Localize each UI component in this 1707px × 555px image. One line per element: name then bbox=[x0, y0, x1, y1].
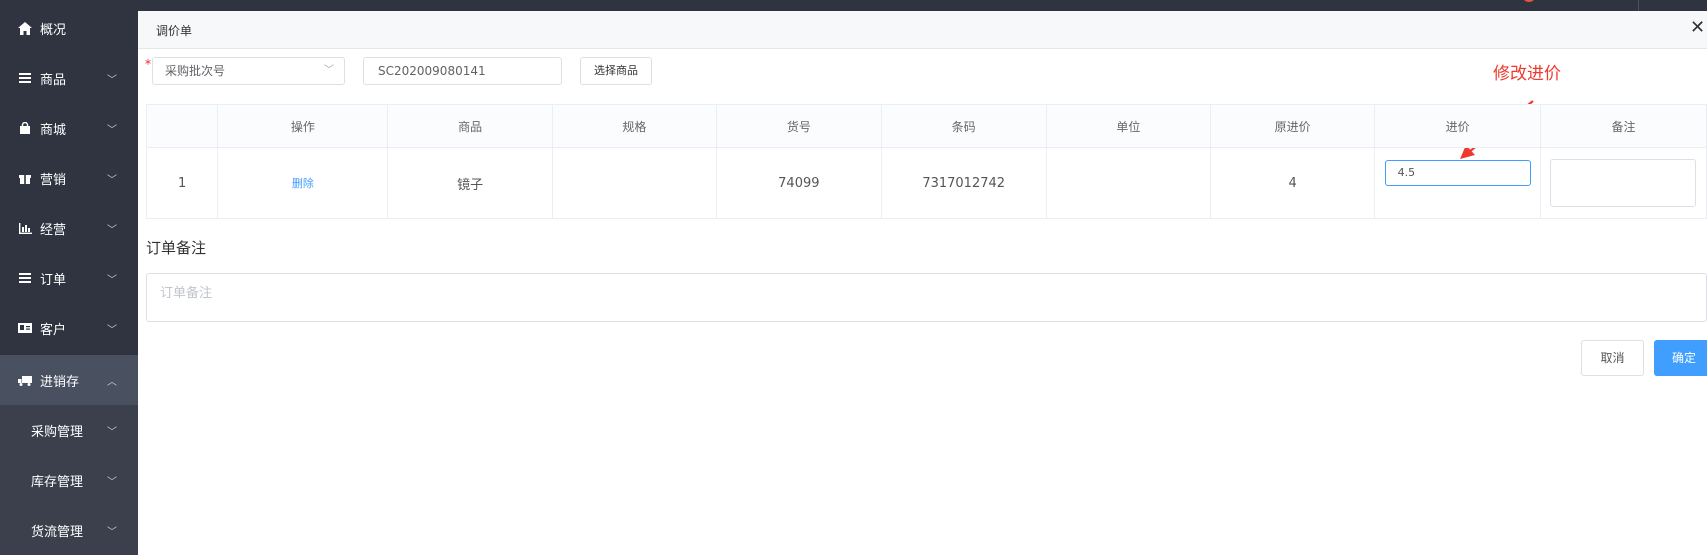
batch-number-input[interactable]: SC202009080141 bbox=[363, 57, 562, 85]
sidebar-item-operations[interactable]: 经营 ﹀ bbox=[0, 203, 138, 253]
chevron-down-icon: ﹀ bbox=[107, 324, 117, 336]
sidebar-item-label: 采购管理 bbox=[31, 424, 84, 440]
barcode-cell: 7317012742 bbox=[880, 147, 1047, 219]
product-table: 操作 商品 规格 货号 条码 单位 原进价 进价 备注 1 删除 镜子 7409… bbox=[145, 104, 1707, 219]
sidebar-item-label: 订单 bbox=[40, 272, 67, 288]
top-bar bbox=[138, 0, 1707, 11]
bar-chart-icon bbox=[17, 220, 33, 236]
cancel-button[interactable]: 取消 bbox=[1581, 340, 1644, 376]
confirm-button[interactable]: 确定 bbox=[1654, 340, 1707, 376]
home-icon bbox=[17, 20, 33, 36]
column-header: 货号 bbox=[716, 104, 882, 148]
sidebar-item-label: 营销 bbox=[40, 172, 67, 188]
list-icon bbox=[17, 270, 33, 286]
price-cell: 4.5 bbox=[1374, 147, 1542, 219]
column-header: 条码 bbox=[880, 104, 1047, 148]
product-cell: 镜子 bbox=[387, 147, 553, 219]
column-header: 规格 bbox=[551, 104, 718, 148]
original-price-cell: 4 bbox=[1209, 147, 1376, 219]
select-product-button[interactable]: 选择商品 bbox=[580, 57, 652, 85]
sidebar-item-customers[interactable]: 客户 ﹀ bbox=[0, 303, 138, 353]
order-note-textarea[interactable]: 订单备注 bbox=[146, 273, 1707, 322]
sidebar-item-label: 进销存 bbox=[40, 374, 80, 390]
chevron-down-icon: ﹀ bbox=[107, 526, 117, 538]
divider bbox=[1638, 0, 1639, 11]
action-cell: 删除 bbox=[217, 147, 389, 219]
sidebar-item-label: 概况 bbox=[40, 22, 67, 38]
dialog-header: 调价单 ✕ bbox=[138, 11, 1707, 49]
unit-cell bbox=[1045, 147, 1211, 219]
chevron-down-icon: ﹀ bbox=[107, 174, 117, 186]
notification-dot bbox=[1522, 0, 1536, 2]
price-input[interactable]: 4.5 bbox=[1384, 160, 1531, 186]
table-row: 1 删除 镜子 74099 7317012742 4 4.5 bbox=[145, 147, 1707, 219]
sidebar-subitem-purchase[interactable]: 采购管理 ﹀ bbox=[0, 405, 138, 455]
batch-type-select[interactable]: 采购批次号 ﹀ bbox=[152, 57, 345, 85]
spec-cell bbox=[551, 147, 718, 219]
column-header: 操作 bbox=[217, 104, 389, 148]
chevron-down-icon: ﹀ bbox=[107, 74, 117, 86]
sidebar: 概况 商品 ﹀ 商城 ﹀ 营销 ﹀ 经营 ﹀ 订单 ﹀ 客户 ﹀ 进销存 ︿ 采… bbox=[0, 0, 138, 555]
sidebar-item-label: 库存管理 bbox=[31, 474, 84, 490]
sidebar-item-products[interactable]: 商品 ﹀ bbox=[0, 53, 138, 103]
remark-cell bbox=[1540, 147, 1707, 219]
list-icon bbox=[17, 70, 33, 86]
chevron-down-icon: ﹀ bbox=[107, 224, 117, 236]
annotation-label: 修改进价 bbox=[1493, 64, 1561, 84]
column-header: 进价 bbox=[1374, 104, 1542, 148]
column-header: 商品 bbox=[387, 104, 553, 148]
sidebar-item-overview[interactable]: 概况 bbox=[0, 3, 138, 53]
chevron-down-icon: ﹀ bbox=[107, 124, 117, 136]
sidebar-item-marketing[interactable]: 营销 ﹀ bbox=[0, 153, 138, 203]
truck-icon bbox=[17, 372, 33, 388]
select-value: 采购批次号 bbox=[165, 64, 226, 78]
id-card-icon bbox=[17, 320, 33, 336]
sidebar-item-label: 商城 bbox=[40, 122, 67, 138]
chevron-down-icon: ﹀ bbox=[107, 476, 117, 488]
column-header bbox=[145, 104, 219, 148]
column-header: 备注 bbox=[1540, 104, 1707, 148]
sku-cell: 74099 bbox=[716, 147, 882, 219]
sidebar-item-label: 经营 bbox=[40, 222, 67, 238]
delete-link[interactable]: 删除 bbox=[292, 177, 314, 190]
required-marker: * bbox=[145, 57, 151, 71]
table-header-row: 操作 商品 规格 货号 条码 单位 原进价 进价 备注 bbox=[145, 104, 1707, 148]
sidebar-item-label: 客户 bbox=[40, 322, 67, 338]
chevron-down-icon: ﹀ bbox=[324, 65, 334, 76]
chevron-down-icon: ﹀ bbox=[107, 274, 117, 286]
close-icon[interactable]: ✕ bbox=[1690, 19, 1705, 37]
sidebar-item-mall[interactable]: 商城 ﹀ bbox=[0, 103, 138, 153]
order-note-title: 订单备注 bbox=[146, 239, 207, 257]
dialog-title: 调价单 bbox=[156, 24, 193, 38]
gift-icon bbox=[17, 170, 33, 186]
chevron-down-icon: ﹀ bbox=[107, 426, 117, 438]
sidebar-item-label: 货流管理 bbox=[31, 524, 84, 540]
chevron-up-icon: ︿ bbox=[107, 376, 117, 388]
sidebar-item-label: 商品 bbox=[40, 72, 67, 88]
bag-icon bbox=[17, 120, 33, 136]
remark-textarea[interactable] bbox=[1550, 159, 1697, 207]
sidebar-subitem-logistics[interactable]: 货流管理 ﹀ bbox=[0, 505, 138, 555]
sidebar-item-inventory[interactable]: 进销存 ︿ bbox=[0, 355, 138, 405]
row-index: 1 bbox=[145, 147, 219, 219]
sidebar-subitem-stock[interactable]: 库存管理 ﹀ bbox=[0, 455, 138, 505]
sidebar-item-orders[interactable]: 订单 ﹀ bbox=[0, 253, 138, 303]
column-header: 单位 bbox=[1045, 104, 1211, 148]
column-header: 原进价 bbox=[1209, 104, 1376, 148]
